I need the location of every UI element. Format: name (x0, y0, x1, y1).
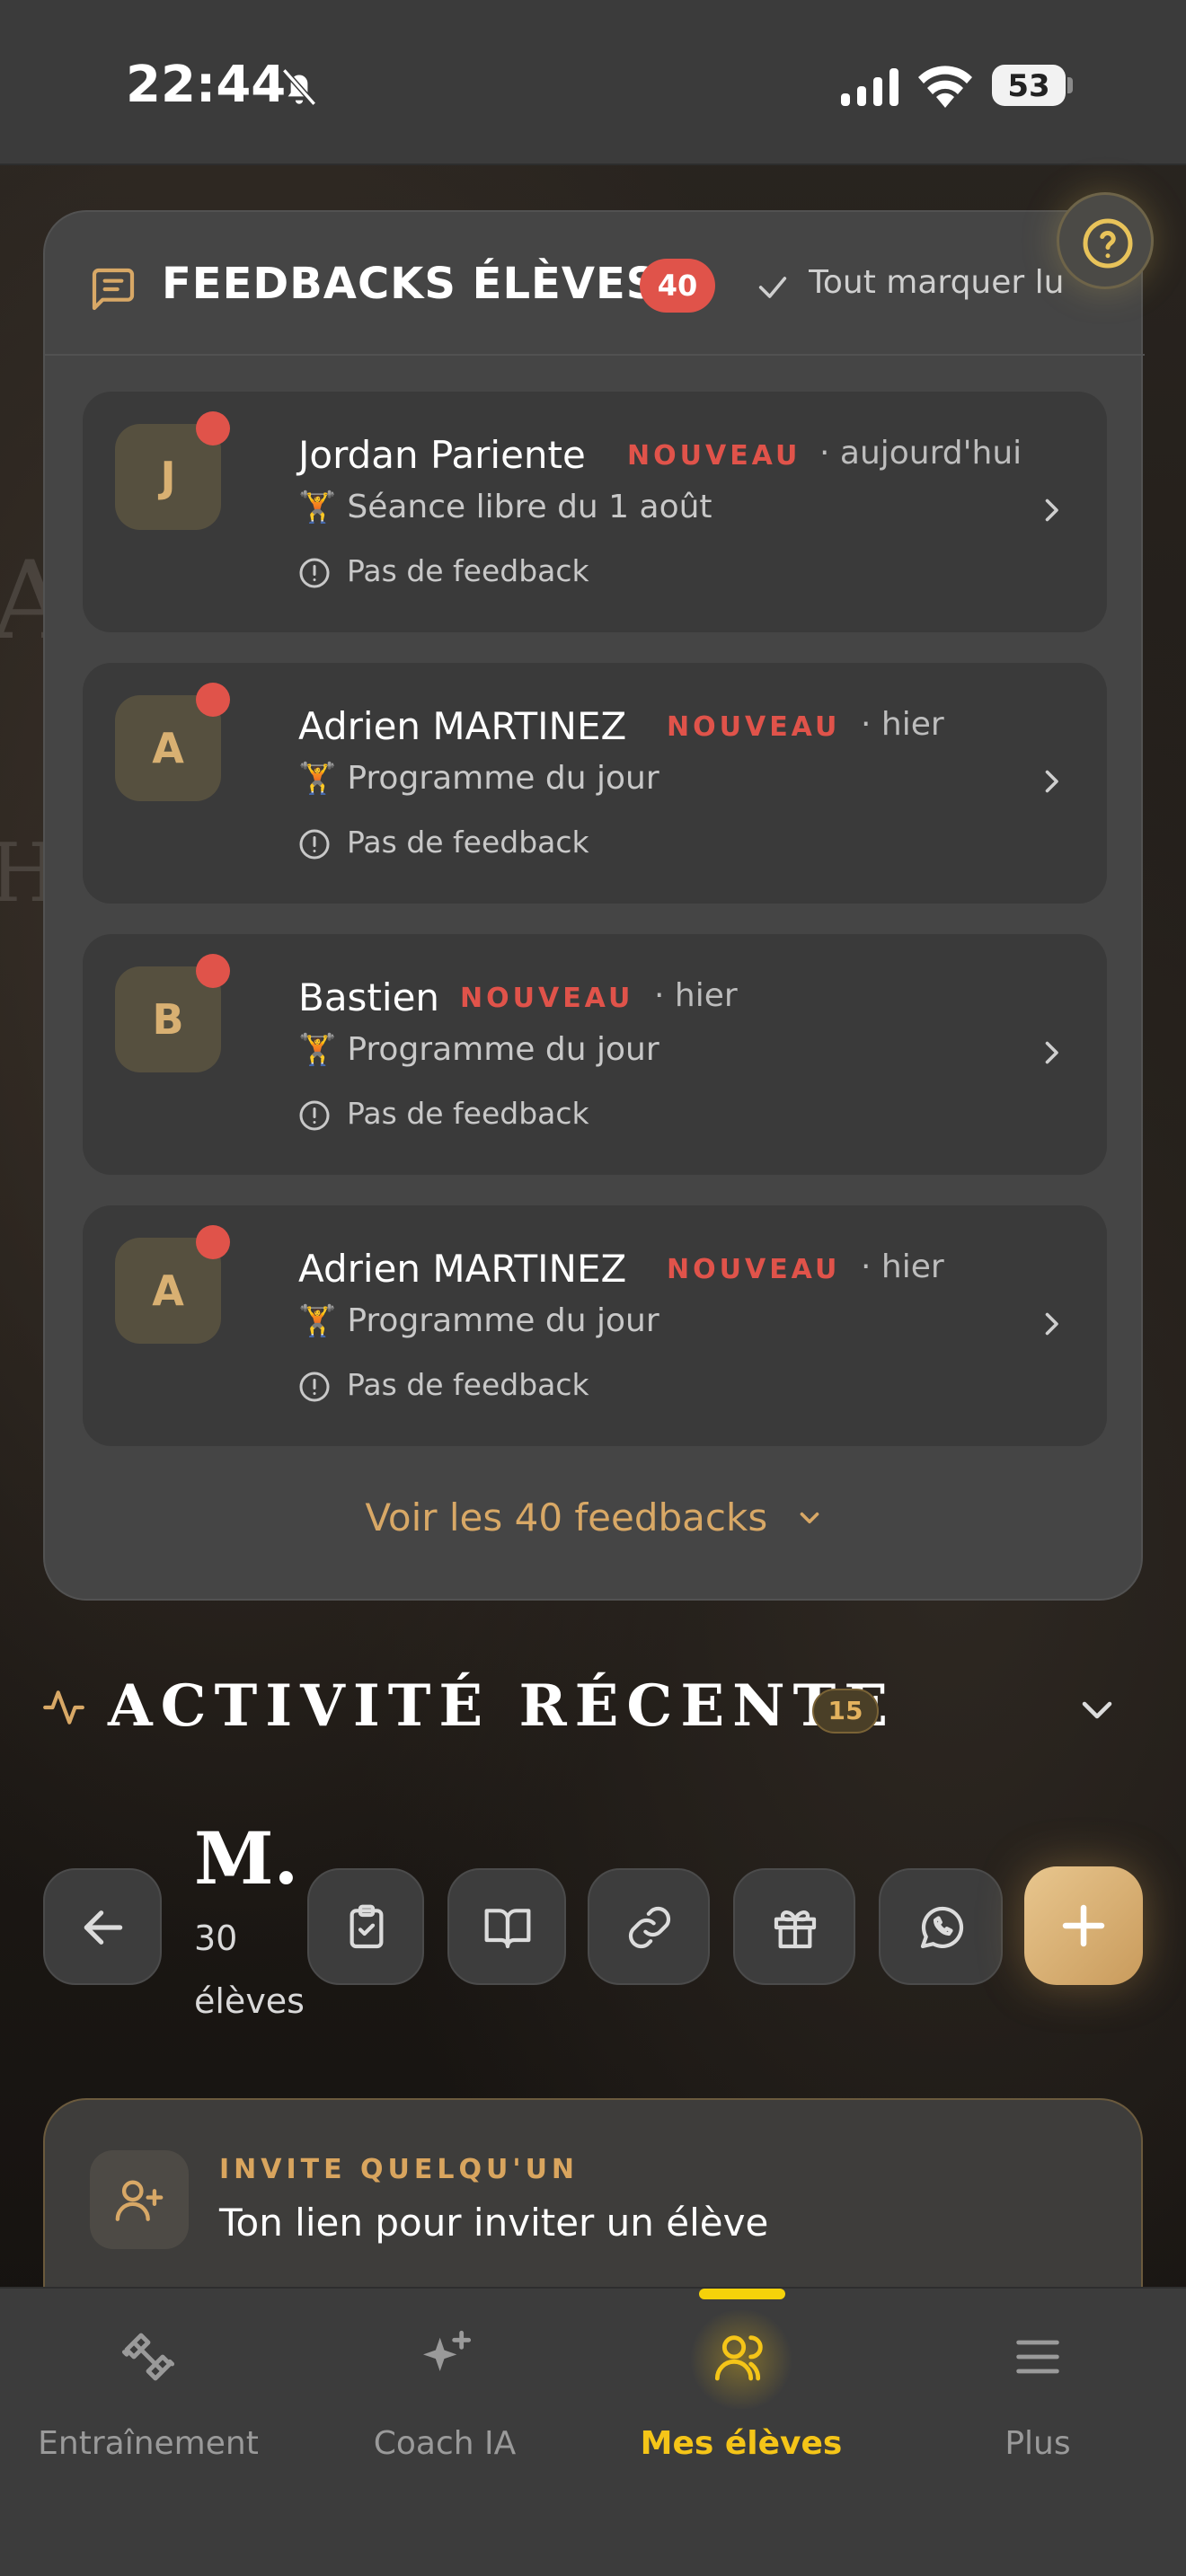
weightlifter-icon: 🏋️ (298, 761, 337, 797)
alert-circle-icon (299, 829, 330, 860)
check-icon[interactable] (755, 269, 791, 305)
brand-initial: M. (194, 1816, 299, 1901)
whatsapp-button[interactable] (879, 1868, 1003, 1985)
feedback-time: · hier (861, 1248, 944, 1285)
nav-item-training[interactable]: Entraînement (0, 2289, 296, 2576)
back-button[interactable] (43, 1868, 162, 1985)
help-circle-icon (1083, 218, 1133, 269)
feedback-time: · hier (654, 977, 738, 1014)
help-button[interactable] (1057, 192, 1154, 289)
weightlifter-icon: 🏋️ (298, 490, 337, 525)
student-name: Adrien MARTINEZ (298, 1247, 627, 1291)
activity-icon (43, 1690, 84, 1725)
signal-icon (841, 68, 898, 106)
menu-icon (1016, 2340, 1059, 2374)
nav-label: Plus (1005, 2425, 1071, 2462)
nav-label: Coach IA (373, 2425, 517, 2462)
feedbacks-card: FEEDBACKS ÉLÈVES 40 Tout marquer lu J Jo… (43, 210, 1145, 1601)
unread-dot (196, 683, 230, 717)
feedback-status: Pas de feedback (347, 825, 589, 860)
alert-circle-icon (299, 1100, 330, 1131)
add-button[interactable] (1024, 1866, 1143, 1985)
nav-label: Mes élèves (640, 2425, 843, 2462)
status-time: 22:44 (126, 56, 287, 114)
students-count: 30 (194, 1919, 238, 1958)
feedback-item[interactable]: B Bastien NOUVEAU · hier 🏋️ Programme du … (83, 934, 1107, 1175)
user-plus-icon (115, 2180, 164, 2221)
sparkles-icon (423, 2330, 472, 2371)
weightlifter-icon: 🏋️ (298, 1303, 337, 1339)
whatsapp-icon (920, 1906, 964, 1949)
student-name: Jordan Pariente (298, 433, 586, 477)
feedback-item[interactable]: A Adrien MARTINEZ NOUVEAU · hier 🏋️ Progr… (83, 663, 1107, 904)
status-bar: 22:44 53 (0, 0, 1186, 165)
feedback-status: Pas de feedback (347, 1096, 589, 1131)
feedbacks-count-badge: 40 (640, 259, 715, 313)
alert-circle-icon (299, 558, 330, 588)
plus-icon (1062, 1904, 1105, 1947)
new-tag: NOUVEAU (460, 983, 634, 1014)
session-title: 🏋️ Programme du jour (298, 1031, 659, 1068)
invite-kicker: INVITE QUELQU'UN (219, 2154, 580, 2185)
wifi-icon (918, 66, 972, 108)
see-all-label: Voir les 40 feedbacks (365, 1495, 768, 1539)
session-title: 🏋️ Séance libre du 1 août (298, 489, 712, 525)
book-open-icon (484, 1909, 531, 1949)
feedback-time: · aujourd'hui (819, 435, 1022, 472)
feedback-status: Pas de feedback (347, 553, 589, 588)
chevron-right-icon (1045, 1041, 1058, 1064)
active-indicator (699, 2289, 785, 2299)
see-all-feedbacks-button[interactable]: Voir les 40 feedbacks (45, 1493, 1145, 1539)
clipboard-button[interactable] (307, 1868, 424, 1985)
nav-item-more[interactable]: Plus (890, 2289, 1186, 2576)
bottom-navigation: Entraînement Coach IA Mes élèves Plus (0, 2287, 1186, 2576)
bell-muted-icon (281, 68, 317, 106)
feedbacks-title: FEEDBACKS ÉLÈVES (162, 259, 659, 309)
unread-dot (196, 954, 230, 988)
weightlifter-icon: 🏋️ (298, 1032, 337, 1068)
back-arrow-icon (84, 1910, 123, 1945)
feedback-item[interactable]: J Jordan Pariente NOUVEAU · aujourd'hui … (83, 392, 1107, 632)
new-tag: NOUVEAU (627, 440, 801, 472)
chevron-right-icon (1045, 498, 1058, 522)
clipboard-check-icon (350, 1904, 384, 1949)
unread-dot (196, 1225, 230, 1259)
book-button[interactable] (447, 1868, 566, 1985)
nav-item-coach-ia[interactable]: Coach IA (296, 2289, 593, 2576)
link-button[interactable] (588, 1868, 710, 1985)
alert-circle-icon (299, 1372, 330, 1402)
new-tag: NOUVEAU (667, 1254, 841, 1285)
new-tag: NOUVEAU (667, 711, 841, 743)
unread-dot (196, 411, 230, 446)
chevron-down-icon (800, 1512, 819, 1523)
gift-button[interactable] (733, 1868, 855, 1985)
battery-level: 53 (1007, 68, 1050, 104)
message-square-text-icon (92, 268, 135, 311)
student-name: Bastien (298, 975, 440, 1019)
activity-count-badge: 15 (812, 1689, 879, 1734)
chevron-down-icon[interactable] (1078, 1696, 1116, 1725)
chevron-right-icon (1045, 770, 1058, 793)
link-icon (628, 1906, 671, 1949)
nav-label: Entraînement (38, 2425, 259, 2462)
gift-icon (774, 1910, 817, 1949)
session-title: 🏋️ Programme du jour (298, 760, 659, 797)
invite-icon-box (90, 2150, 189, 2249)
nav-item-my-students[interactable]: Mes élèves (593, 2289, 890, 2576)
feedback-time: · hier (861, 706, 944, 743)
users-icon (714, 2335, 763, 2381)
feedback-item[interactable]: A Adrien MARTINEZ NOUVEAU · hier 🏋️ Progr… (83, 1205, 1107, 1446)
chevron-right-icon (1045, 1312, 1058, 1336)
dumbbell-icon (121, 2333, 175, 2381)
activity-title: ACTIVITÉ RÉCENTE (108, 1672, 897, 1740)
students-count-label: élèves (194, 1981, 305, 2021)
feedbacks-header: FEEDBACKS ÉLÈVES 40 Tout marquer lu (45, 212, 1145, 356)
battery-indicator: 53 (992, 65, 1073, 106)
feedback-status: Pas de feedback (347, 1367, 589, 1402)
student-name: Adrien MARTINEZ (298, 704, 627, 748)
session-title: 🏋️ Programme du jour (298, 1302, 659, 1339)
invite-title: Ton lien pour inviter un élève (219, 2201, 769, 2245)
